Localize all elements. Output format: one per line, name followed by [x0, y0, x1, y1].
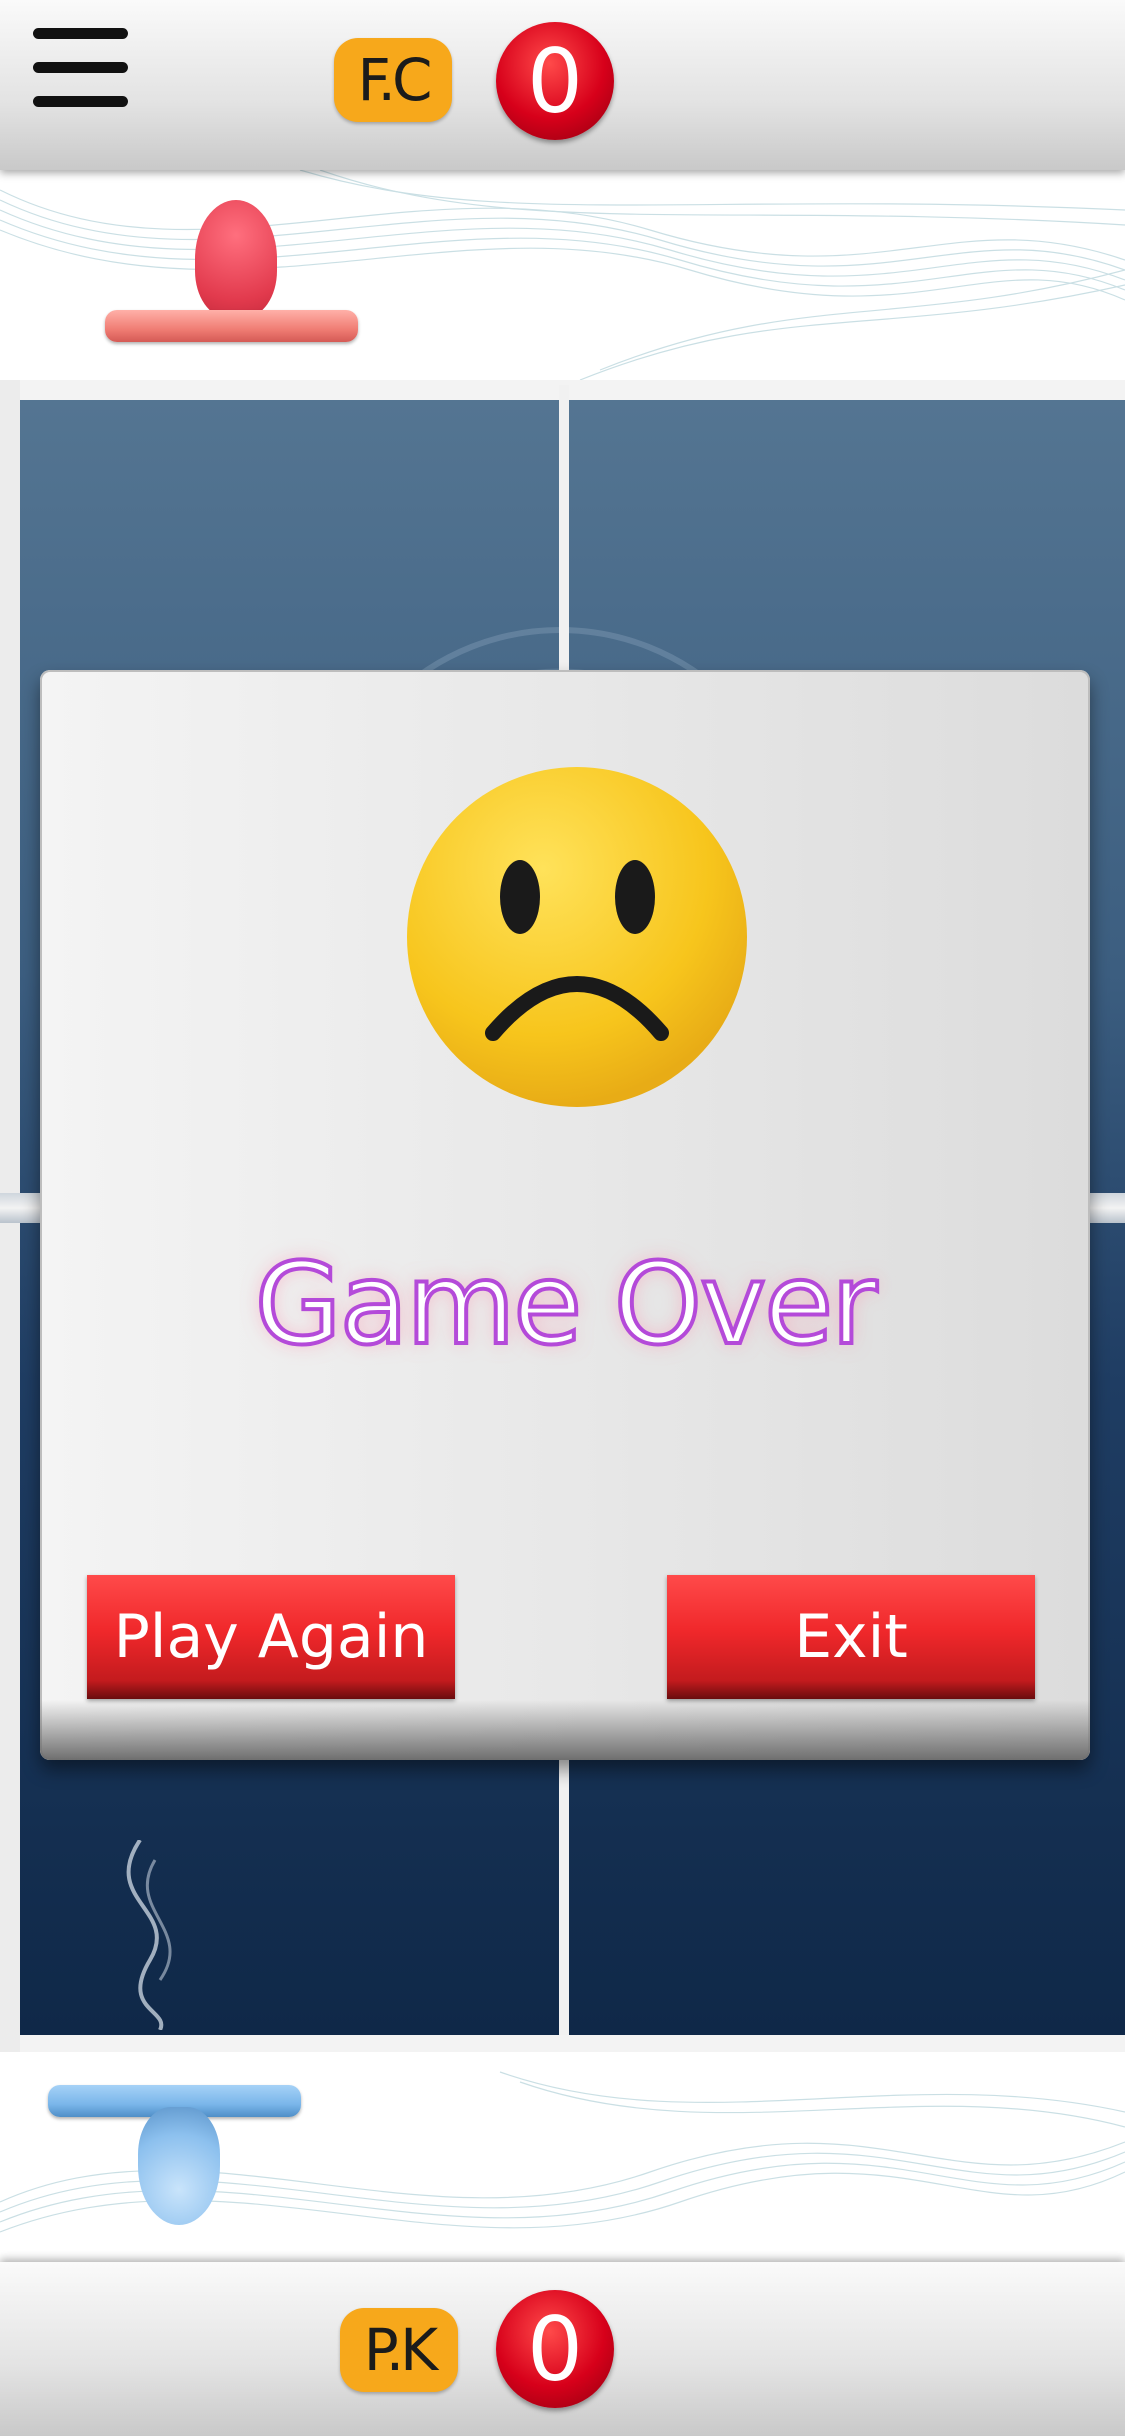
player-score: 0: [496, 2290, 614, 2408]
opponent-paddle-knob: [195, 200, 277, 318]
opponent-paddle: [105, 200, 360, 345]
game-over-title: Game Over: [253, 1238, 879, 1372]
game-over-dialog: Game Over Play Again Exit: [40, 670, 1090, 1760]
opponent-score: 0: [496, 22, 614, 140]
dialog-bottom-shadow: [40, 1700, 1090, 1760]
exit-button[interactable]: Exit: [667, 1575, 1035, 1699]
player-paddle-knob: [138, 2107, 220, 2225]
hamburger-menu-icon[interactable]: [33, 28, 128, 108]
player-initials-badge: P.K: [340, 2308, 458, 2392]
opponent-paddle-bar: [105, 310, 358, 342]
smoke-decoration: [126, 1840, 172, 2030]
player-paddle[interactable]: [48, 2085, 303, 2235]
top-score-bar: F.C 0: [0, 0, 1125, 170]
play-again-button[interactable]: Play Again: [87, 1575, 455, 1699]
sad-face-icon: [407, 767, 747, 1107]
opponent-initials-badge: F.C: [334, 38, 452, 122]
